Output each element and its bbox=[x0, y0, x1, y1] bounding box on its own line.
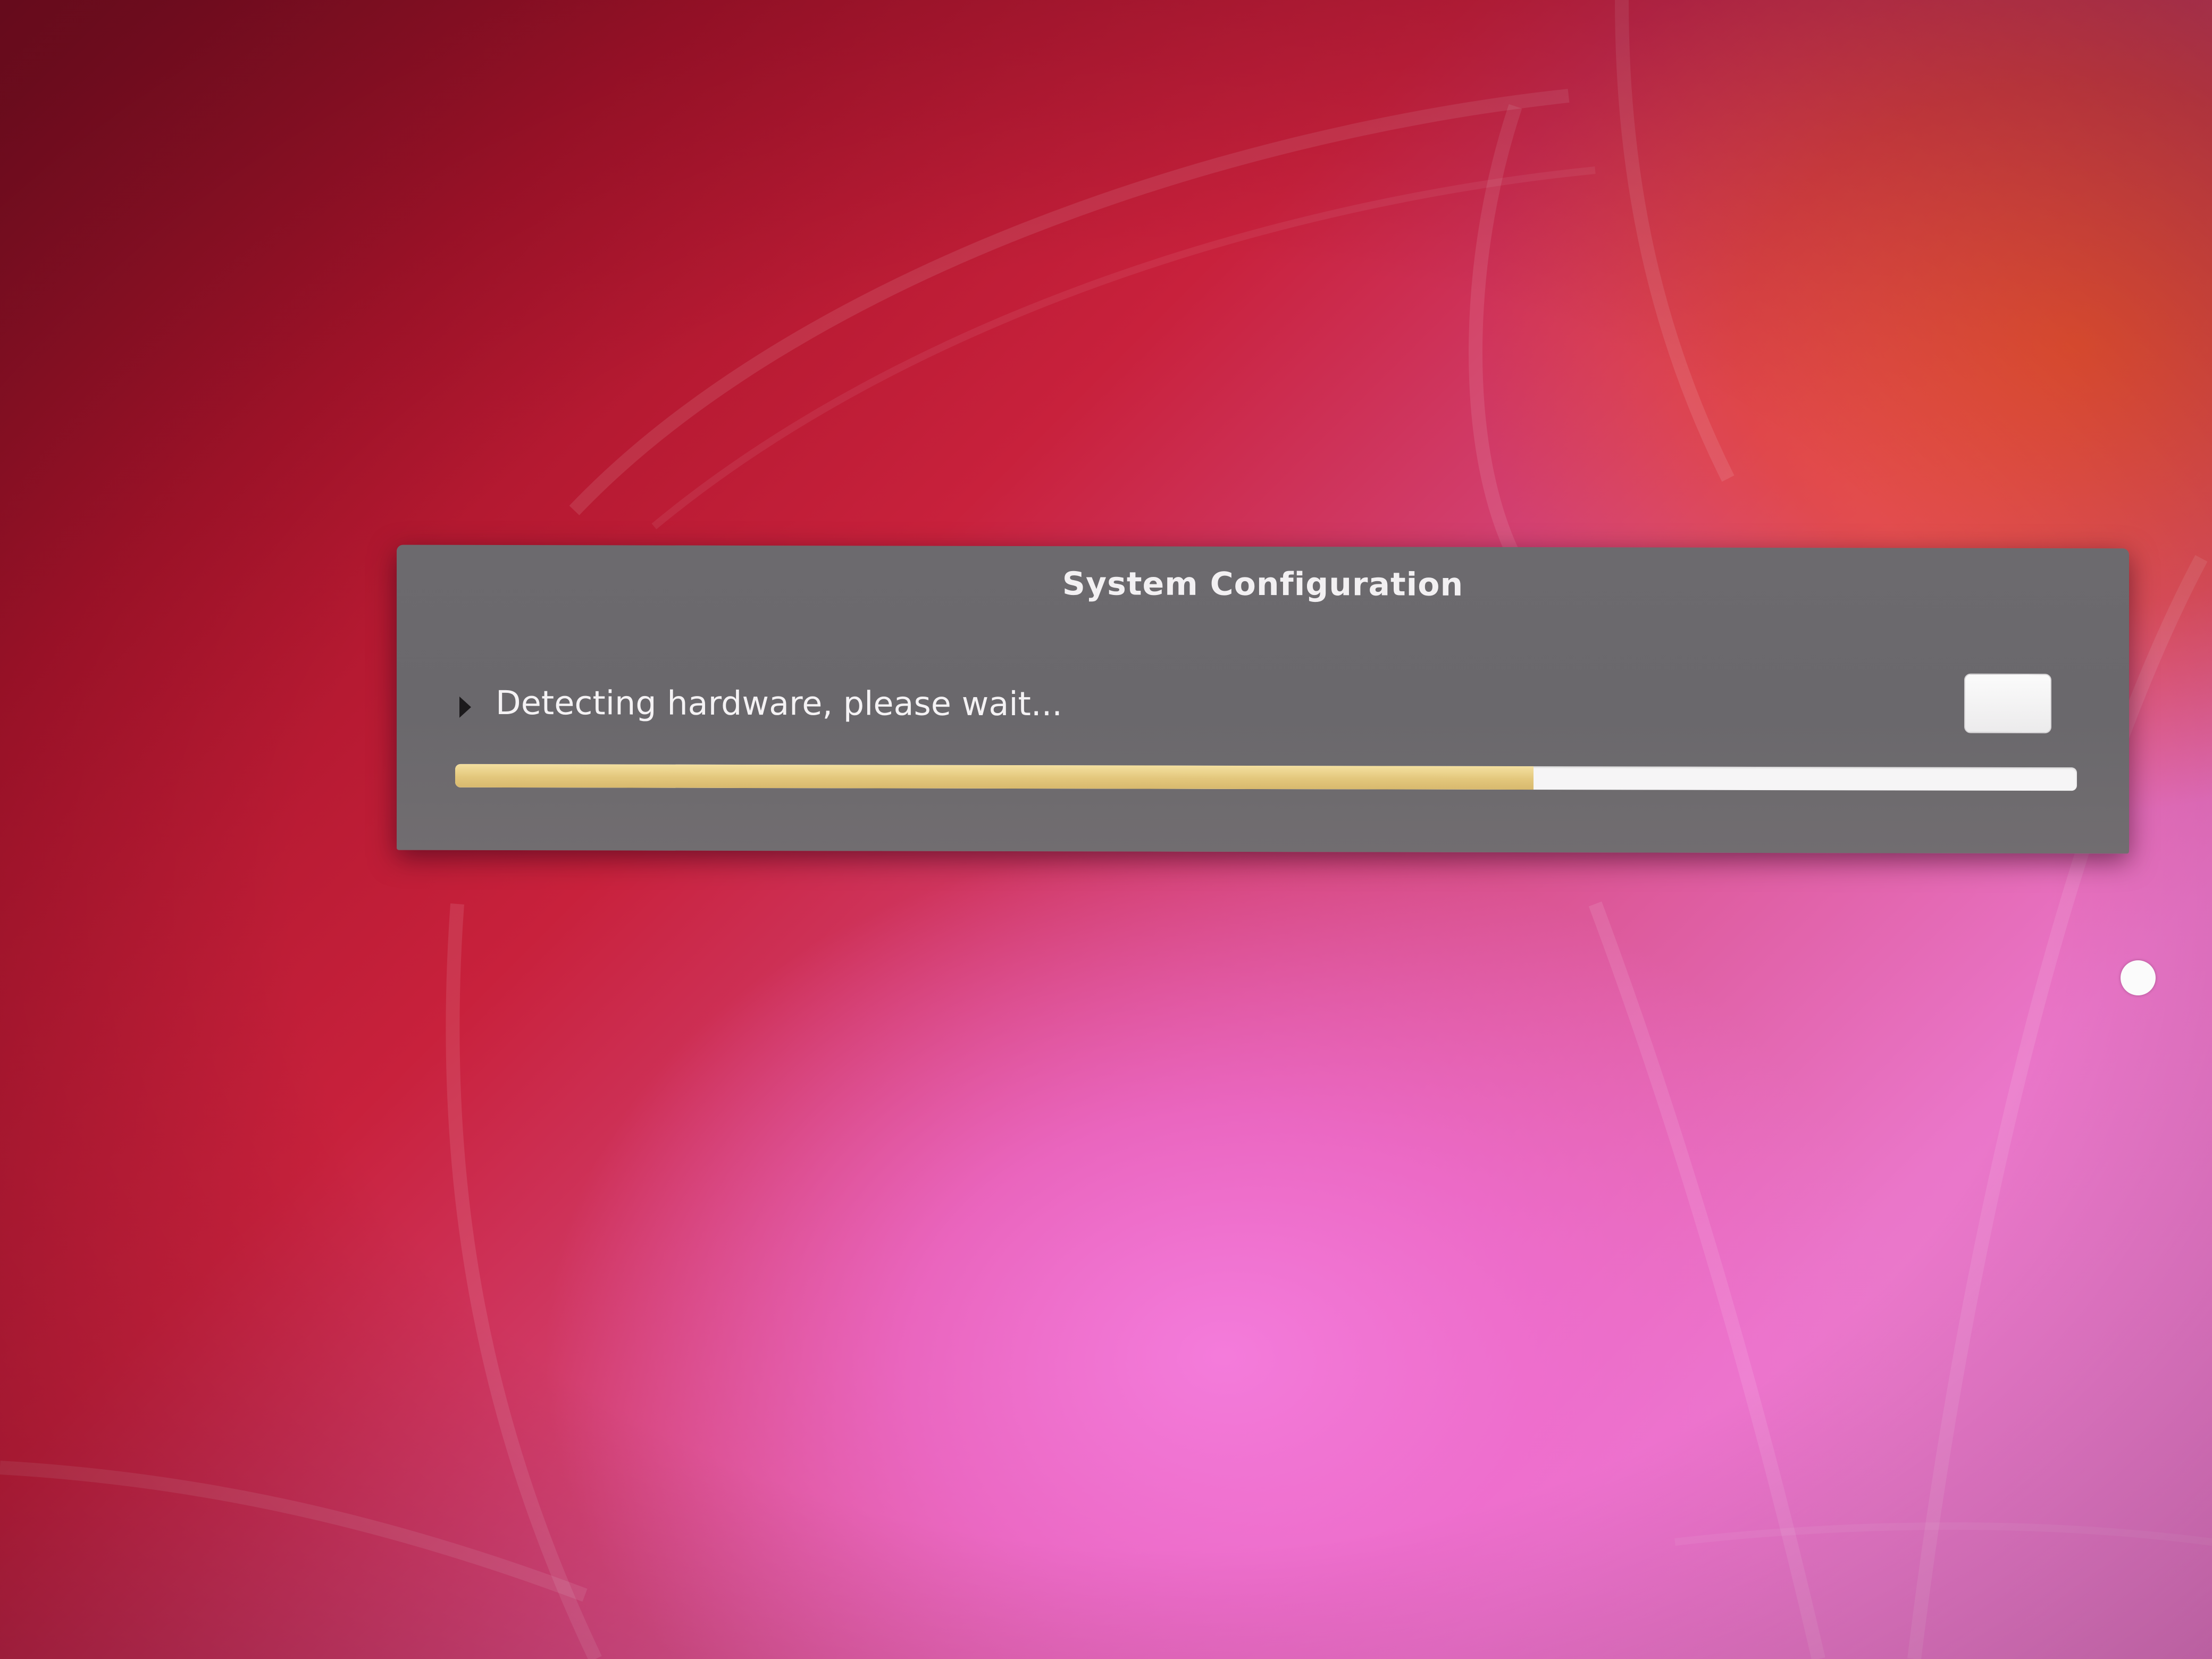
progress-bar bbox=[455, 764, 2077, 791]
triangle-right-icon[interactable] bbox=[459, 696, 471, 718]
cancel-button[interactable] bbox=[1964, 673, 2051, 734]
status-text: Detecting hardware, please wait... bbox=[496, 683, 1062, 723]
dialog-title: System Configuration bbox=[1062, 565, 1464, 604]
mouse-pointer-icon bbox=[2121, 960, 2156, 995]
status-row: Detecting hardware, please wait... bbox=[459, 681, 1062, 725]
progress-bar-fill bbox=[455, 764, 1534, 790]
system-configuration-dialog: System Configuration Detecting hardware,… bbox=[397, 544, 2129, 854]
